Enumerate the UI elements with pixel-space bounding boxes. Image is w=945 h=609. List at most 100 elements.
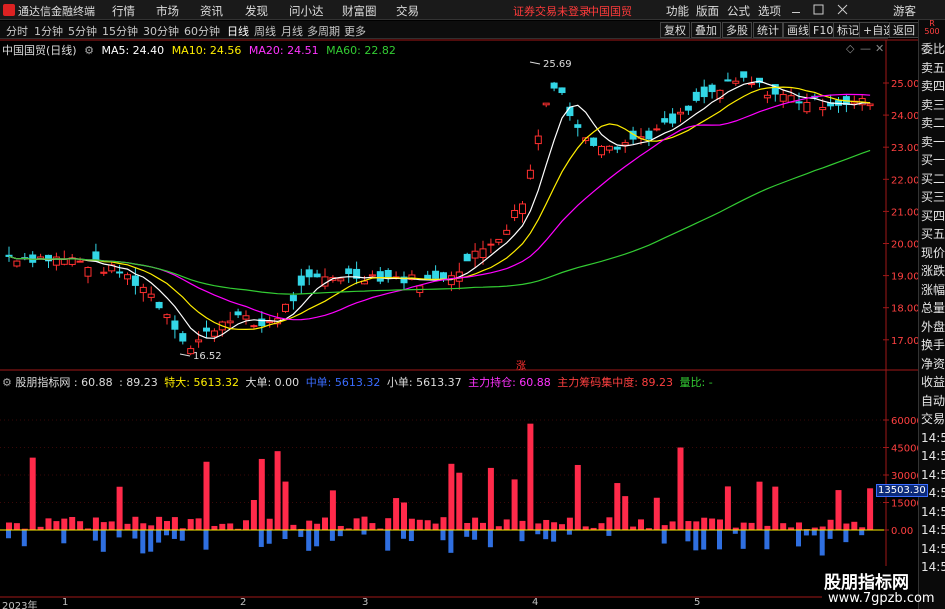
- volume-bar-positive: [393, 498, 400, 530]
- candle-body: [511, 209, 519, 218]
- candle-body: [84, 267, 92, 277]
- side-panel-item[interactable]: 涨幅: [921, 283, 945, 297]
- candle-body: [250, 325, 258, 328]
- volume-bar-positive: [416, 519, 423, 530]
- ma20-line: [8, 93, 871, 321]
- volume-bar-positive: [598, 523, 605, 530]
- side-panel-item[interactable]: 净资: [921, 357, 945, 371]
- volume-bar-positive: [353, 518, 360, 530]
- volume-bar-positive: [843, 523, 850, 530]
- volume-bar-positive: [100, 522, 107, 530]
- volume-bar-positive: [369, 523, 376, 530]
- side-panel-item[interactable]: 自动: [921, 394, 945, 408]
- volume-bar-negative: [464, 530, 470, 537]
- side-panel-item[interactable]: 卖三: [921, 98, 945, 112]
- candle-body: [52, 256, 60, 266]
- candle-body: [732, 80, 740, 84]
- liangbi-label: 量比: -: [679, 376, 713, 389]
- side-panel-item[interactable]: 14:56: [921, 449, 945, 463]
- low-price-pointer: [179, 353, 191, 357]
- volume-bar-positive: [614, 483, 621, 530]
- volume-bar-negative: [606, 530, 612, 536]
- side-panel-item[interactable]: 14:56: [921, 468, 945, 482]
- ma10-line: [8, 86, 871, 331]
- candle-body: [195, 339, 203, 343]
- side-panel-item[interactable]: 14:56: [921, 431, 945, 445]
- candle-body: [282, 303, 289, 312]
- volume-bar-negative: [740, 530, 746, 549]
- volume-bar-positive: [780, 523, 787, 530]
- side-panel-item[interactable]: 卖五: [921, 61, 945, 75]
- side-panel-item[interactable]: 总量: [921, 301, 945, 315]
- volume-bar-negative: [827, 530, 833, 539]
- volume-bar-positive: [772, 486, 779, 530]
- volume-bar-negative: [282, 530, 288, 540]
- side-panel-item[interactable]: 交易: [921, 412, 945, 426]
- side-panel-item[interactable]: 买一: [921, 153, 945, 167]
- candles: [5, 71, 874, 356]
- candle-body: [692, 91, 700, 101]
- candle-body: [345, 268, 353, 275]
- candle-body: [479, 248, 487, 258]
- side-panel-item[interactable]: 14:56: [921, 560, 945, 574]
- side-panel-item[interactable]: 买三: [921, 190, 945, 204]
- volume-tick-label: 0.00: [891, 526, 913, 537]
- volume-bar-negative: [401, 530, 406, 539]
- side-panel-item[interactable]: 卖二: [921, 116, 945, 130]
- volume-bar-positive: [69, 516, 76, 530]
- side-panel-item[interactable]: 买五: [921, 227, 945, 241]
- candle-body: [155, 301, 163, 309]
- watermark-title: 股朋指标网: [824, 573, 909, 593]
- side-panel-item[interactable]: 14:56: [921, 542, 945, 556]
- volume-bar-positive: [630, 526, 637, 530]
- indicator-name: 股朋指标网: [15, 376, 71, 389]
- side-panel-item[interactable]: 换手: [921, 338, 945, 352]
- volume-bar-positive: [148, 525, 155, 530]
- side-panel-item[interactable]: 收益: [921, 375, 945, 389]
- side-panel-item[interactable]: 现价: [921, 246, 945, 260]
- volume-bar-positive: [187, 519, 194, 530]
- axis-year: 2023年: [2, 601, 38, 609]
- volume-bar-negative: [535, 530, 541, 535]
- high-price-label: 25.69: [543, 59, 572, 70]
- volume-bar-positive: [756, 481, 763, 530]
- candle-body: [708, 84, 716, 93]
- side-panel-item[interactable]: 卖四: [921, 79, 945, 93]
- volume-bar-positive: [622, 496, 629, 530]
- volume-bar-negative: [519, 530, 525, 542]
- volume-bar-negative: [819, 530, 825, 556]
- candle-body: [368, 274, 376, 277]
- price-tick-label: 22.00: [891, 175, 918, 186]
- volume-bar-positive: [116, 486, 123, 530]
- side-panel-item[interactable]: 14:56: [921, 523, 945, 537]
- high-price-pointer: [529, 61, 541, 65]
- volume-bar-positive: [543, 519, 550, 530]
- gear-icon[interactable]: ⚙: [2, 376, 12, 389]
- side-panel-item[interactable]: 涨跌: [921, 264, 945, 278]
- candle-body: [226, 320, 234, 324]
- candle-body: [5, 254, 13, 257]
- volume-bar-negative: [693, 530, 699, 551]
- volume-bar-positive: [472, 517, 479, 530]
- candle-body: [700, 86, 708, 98]
- volume-bar-negative: [385, 530, 391, 551]
- volume-bar-negative: [859, 530, 865, 536]
- side-panel-item[interactable]: 买二: [921, 172, 945, 186]
- volume-bar-positive: [661, 525, 668, 530]
- candle-body: [526, 169, 534, 179]
- volume-bar-positive: [132, 516, 139, 530]
- volume-bar-positive: [709, 518, 716, 530]
- side-panel-item[interactable]: 卖一: [921, 135, 945, 149]
- volume-bar-negative: [203, 530, 209, 550]
- side-panel-item[interactable]: 买四: [921, 209, 945, 223]
- candle-body: [724, 79, 732, 82]
- volume-bar-positive: [440, 517, 447, 530]
- indicator-v1: : 60.88: [73, 376, 113, 389]
- side-panel-item[interactable]: 14:56: [921, 505, 945, 519]
- side-panel-item[interactable]: 外盘: [921, 320, 945, 334]
- candle-body: [661, 118, 669, 123]
- candle-body: [550, 82, 558, 89]
- kline-chart[interactable]: 25.0024.0023.0022.0021.0020.0019.0018.00…: [0, 0, 918, 609]
- side-panel-item[interactable]: 委比: [921, 42, 945, 56]
- axis-month-5: 5: [694, 597, 701, 608]
